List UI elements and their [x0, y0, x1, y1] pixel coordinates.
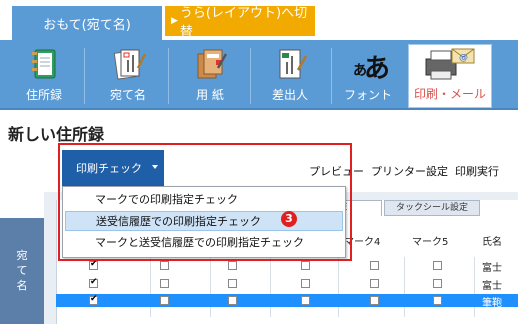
table-row[interactable]: 富士	[56, 277, 518, 292]
ribbon-sender-button[interactable]: 差出人	[258, 46, 322, 106]
row-checkbox[interactable]	[228, 296, 237, 305]
svg-text:@: @	[459, 53, 468, 63]
print-run-button[interactable]: 印刷実行	[455, 163, 499, 179]
side-label: 宛て名	[16, 249, 28, 292]
table-row-selected[interactable]: 筆鞄	[56, 294, 518, 309]
ribbon-address-button[interactable]: 宛て名	[96, 46, 160, 106]
row-checkbox[interactable]	[301, 279, 310, 288]
row-checkbox[interactable]	[89, 259, 98, 270]
row-checkbox[interactable]	[433, 261, 442, 270]
row-checkbox[interactable]	[301, 261, 310, 270]
ribbon-address-book-button[interactable]: 住所録	[12, 46, 76, 106]
ribbon-divider	[250, 48, 251, 104]
tab-back-layout[interactable]: ▶ うら(レイアウト)へ切替	[165, 6, 315, 40]
column-header-name[interactable]: 氏名	[482, 229, 502, 257]
ribbon-label-print-mail: 印刷・メール	[413, 87, 486, 101]
row-name: 富士	[482, 263, 502, 274]
row-checkbox[interactable]	[228, 261, 237, 270]
row-name: 筆鞄	[482, 298, 502, 309]
row-checkbox[interactable]	[160, 279, 169, 288]
ribbon-print-mail-button[interactable]: @ 印刷・メール	[408, 44, 492, 108]
ribbon-divider	[331, 48, 332, 104]
row-checkbox[interactable]	[433, 279, 442, 288]
address-book-icon	[24, 46, 64, 84]
ribbon-divider	[168, 48, 169, 104]
row-checkbox[interactable]	[433, 296, 442, 305]
ribbon-font-button[interactable]: あ あ フォント	[336, 46, 400, 106]
paper-icon	[190, 46, 230, 84]
printer-mail-icon: @	[420, 45, 480, 83]
top-tab-strip: おもて(宛て名) ▶ うら(レイアウト)へ切替	[0, 0, 518, 40]
row-checkbox[interactable]	[89, 294, 98, 305]
sender-icon	[270, 46, 310, 84]
ribbon-label-paper: 用 紙	[196, 88, 224, 102]
tab-front-label: おもて(宛て名)	[43, 17, 131, 33]
font-icon: あ あ	[348, 46, 391, 84]
ribbon-label-font: フォント	[343, 88, 392, 102]
tab-front-address[interactable]: おもて(宛て名)	[12, 6, 162, 40]
annotation-highlight-box	[58, 143, 352, 261]
ribbon-label-address: 宛て名	[109, 88, 146, 102]
row-checkbox[interactable]	[301, 296, 310, 305]
side-panel: 宛て名	[0, 218, 44, 324]
row-checkbox[interactable]	[370, 279, 379, 288]
ribbon-paper-button[interactable]: 用 紙	[178, 46, 242, 106]
row-name: 富士	[482, 281, 502, 292]
row-checkbox[interactable]	[228, 279, 237, 288]
ribbon-label-address-book: 住所録	[25, 88, 62, 102]
row-checkbox[interactable]	[370, 261, 379, 270]
ribbon-label-sender: 差出人	[271, 88, 308, 102]
font-glyph-large: あ	[364, 54, 391, 84]
tab-back-label: うら(レイアウト)へ切替	[179, 6, 308, 40]
row-checkbox[interactable]	[370, 296, 379, 305]
tab-tack-seal-settings[interactable]: タックシール設定	[384, 200, 480, 216]
page-title: 新しい住所録	[8, 125, 105, 144]
printer-settings-button[interactable]: プリンター設定	[371, 163, 448, 179]
ribbon-toolbar: 住所録 宛て名 用 紙 差出人 あ あ フォント @ 印刷・メール	[0, 40, 518, 110]
tab-tack-label: タックシール設定	[395, 203, 468, 213]
play-arrow-icon: ▶	[171, 16, 178, 26]
postcard-address-icon	[108, 46, 148, 84]
row-checkbox[interactable]	[89, 277, 98, 288]
step-number-badge: 3	[281, 211, 297, 227]
row-checkbox[interactable]	[160, 296, 169, 305]
ribbon-divider	[84, 48, 85, 104]
column-header-mark5[interactable]: マーク5	[412, 229, 448, 257]
row-checkbox[interactable]	[160, 261, 169, 270]
